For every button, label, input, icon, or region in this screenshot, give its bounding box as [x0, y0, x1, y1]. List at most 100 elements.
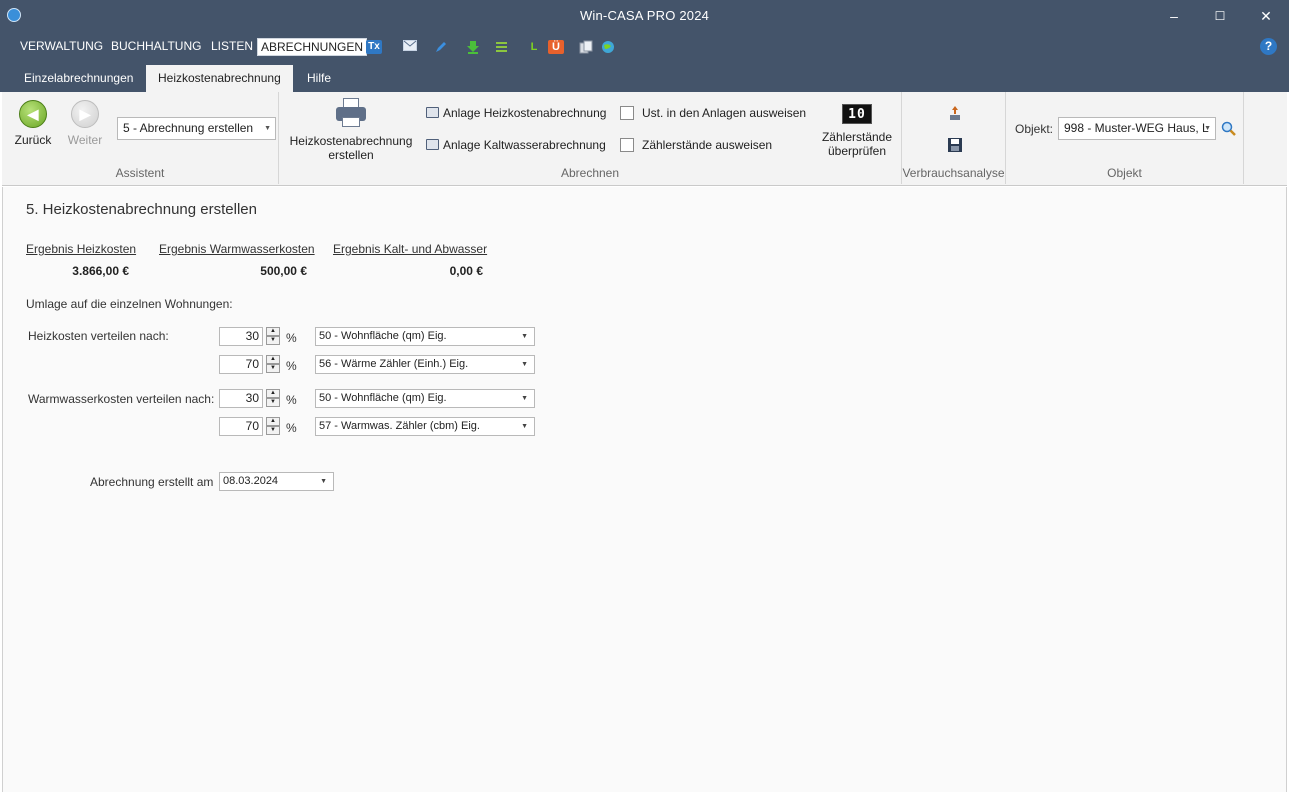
objekt-select-value: 998 - Muster-WEG Haus, L [1064, 121, 1209, 135]
heizkosten-key-1-select[interactable]: 50 - Wohnfläche (qm) Eig. ▼ [315, 327, 535, 346]
verbrauchsanalyse-group: Verbrauchsanalyse [902, 92, 1006, 184]
menu-buchhaltung[interactable]: BUCHHALTUNG [108, 38, 204, 56]
date-value: 08.03.2024 [223, 475, 279, 487]
percent-unit: % [286, 421, 297, 435]
printer-small-icon [426, 107, 439, 118]
next-label: Weiter [67, 133, 103, 147]
check-meter-label-line1: Zählerstände [821, 130, 893, 144]
result-kaltwasser-heading: Ergebnis Kalt- und Abwasser [333, 242, 488, 256]
heizkosten-percent-2-input[interactable]: 70 [219, 355, 263, 374]
date-picker[interactable]: 08.03.2024 ▼ [219, 472, 334, 491]
l-icon[interactable]: L [526, 40, 542, 54]
objekt-select[interactable]: 998 - Muster-WEG Haus, L ▼ [1058, 117, 1216, 140]
globe-icon[interactable] [600, 40, 616, 54]
step-select[interactable]: 5 - Abrechnung erstellen ▼ [117, 117, 276, 140]
chevron-down-icon: ▼ [320, 478, 327, 485]
page-title: 5. Heizkostenabrechnung erstellen [26, 201, 257, 218]
menu-bar: VERWALTUNG BUCHHALTUNG LISTEN ABRECHNUNG… [0, 32, 1289, 62]
arrow-left-icon: ◀ [19, 100, 47, 128]
percent-unit: % [286, 393, 297, 407]
anlage-heizkosten-button[interactable]: Anlage Heizkostenabrechnung [426, 105, 606, 121]
menu-listen[interactable]: LISTEN [208, 38, 256, 56]
ust-checkbox[interactable]: Ust. in den Anlagen ausweisen [620, 105, 806, 121]
heizkosten-key-1-value: 50 - Wohnfläche (qm) Eig. [319, 330, 447, 342]
result-kaltwasser-value: 0,00 € [449, 264, 483, 278]
tab-einzelabrechnungen[interactable]: Einzelabrechnungen [12, 65, 145, 92]
warmwasser-percent-2-stepper[interactable]: ▲ ▼ [266, 417, 280, 436]
checkbox-box[interactable] [620, 138, 634, 152]
objekt-group: Objekt: 998 - Muster-WEG Haus, L ▼ Objek… [1006, 92, 1244, 184]
copy-icon[interactable] [578, 40, 594, 54]
warmwasser-key-2-value: 57 - Warmwas. Zähler (cbm) Eig. [319, 420, 480, 432]
u-icon[interactable]: Ü [548, 40, 564, 54]
title-bar: Win-CASA PRO 2024 – ☐ ✕ [0, 0, 1289, 32]
warmwasser-percent-2-input[interactable]: 70 [219, 417, 263, 436]
anlage-kaltwasser-button[interactable]: Anlage Kaltwasserabrechnung [426, 137, 606, 153]
zaehlerstaende-checkbox[interactable]: Zählerstände ausweisen [620, 137, 772, 153]
tab-hilfe[interactable]: Hilfe [295, 65, 343, 92]
chevron-down-icon: ▼ [264, 125, 271, 132]
checkbox-box[interactable] [620, 106, 634, 120]
zaehlerstaende-checkbox-label: Zählerstände ausweisen [642, 138, 773, 152]
heizkosten-percent-1-stepper[interactable]: ▲ ▼ [266, 327, 280, 346]
chevron-down-icon: ▼ [521, 395, 528, 402]
menu-abrechnungen[interactable]: ABRECHNUNGEN [257, 38, 368, 56]
date-label: Abrechnung erstellt am [90, 475, 214, 489]
assistent-group: ◀ Zurück ▶ Weiter 5 - Abrechnung erstell… [2, 92, 279, 184]
warmwasser-percent-1-input[interactable]: 30 [219, 389, 263, 408]
close-button[interactable]: ✕ [1243, 4, 1289, 28]
main-content: 5. Heizkostenabrechnung erstellen Ergebn… [2, 187, 1287, 792]
ust-checkbox-label: Ust. in den Anlagen ausweisen [642, 106, 807, 120]
heizkosten-percent-2-stepper[interactable]: ▲ ▼ [266, 355, 280, 374]
printer-icon [336, 98, 366, 128]
list-icon[interactable] [494, 40, 510, 54]
heizkosten-key-2-value: 56 - Wärme Zähler (Einh.) Eig. [319, 358, 469, 370]
window-title: Win-CASA PRO 2024 [579, 8, 710, 23]
minimize-button[interactable]: – [1151, 4, 1197, 28]
result-warmwasser-value: 500,00 € [260, 264, 307, 278]
objekt-label: Objekt: [1015, 122, 1054, 136]
warmwasser-key-1-value: 50 - Wohnfläche (qm) Eig. [319, 392, 447, 404]
arrow-right-icon: ▶ [71, 100, 99, 128]
maximize-button[interactable]: ☐ [1197, 4, 1243, 28]
search-icon[interactable] [1221, 121, 1237, 137]
menu-verwaltung[interactable]: VERWALTUNG [17, 38, 106, 56]
umlage-label: Umlage auf die einzelnen Wohnungen: [26, 297, 233, 311]
heizkosten-key-2-select[interactable]: 56 - Wärme Zähler (Einh.) Eig. ▼ [315, 355, 535, 374]
create-label-line2: erstellen [328, 148, 374, 162]
chevron-down-icon: ▼ [521, 333, 528, 340]
ribbon: ◀ Zurück ▶ Weiter 5 - Abrechnung erstell… [2, 92, 1287, 186]
assistent-group-label: Assistent [115, 166, 165, 180]
download-icon[interactable] [465, 40, 481, 54]
analysis-icon[interactable] [947, 105, 963, 121]
percent-unit: % [286, 359, 297, 373]
printer-small-icon [426, 139, 439, 150]
warmwasser-key-2-select[interactable]: 57 - Warmwas. Zähler (cbm) Eig. ▼ [315, 417, 535, 436]
edit-icon[interactable] [433, 40, 449, 54]
warmwasserkosten-label: Warmwasserkosten verteilen nach: [28, 392, 215, 406]
warmwasser-key-1-select[interactable]: 50 - Wohnfläche (qm) Eig. ▼ [315, 389, 535, 408]
heizkosten-percent-1-input[interactable]: 30 [219, 327, 263, 346]
warmwasser-percent-1-stepper[interactable]: ▲ ▼ [266, 389, 280, 408]
ribbon-tabs: Einzelabrechnungen Heizkostenabrechnung … [0, 62, 1289, 92]
create-heizkostenabrechnung-button[interactable]: Heizkostenabrechnung erstellen [287, 98, 415, 162]
mail-icon[interactable] [402, 40, 418, 54]
chevron-down-icon: ▼ [521, 361, 528, 368]
objekt-group-label: Objekt [1107, 166, 1142, 180]
next-button[interactable]: ▶ Weiter [62, 100, 108, 147]
back-button[interactable]: ◀ Zurück [10, 100, 56, 147]
tab-heizkostenabrechnung[interactable]: Heizkostenabrechnung [146, 65, 293, 92]
save-icon[interactable] [947, 137, 963, 153]
anlage-kaltwasser-label: Anlage Kaltwasserabrechnung [443, 138, 606, 152]
result-heizkosten-value: 3.866,00 € [72, 264, 129, 278]
chevron-down-icon: ▼ [1204, 125, 1211, 132]
verbrauchsanalyse-group-label: Verbrauchsanalyse [902, 166, 1005, 180]
create-label-line1: Heizkostenabrechnung [289, 134, 413, 148]
chevron-down-icon: ▼ [521, 423, 528, 430]
percent-unit: % [286, 331, 297, 345]
step-select-value: 5 - Abrechnung erstellen [123, 121, 254, 135]
check-meter-readings-button[interactable]: 10 Zählerstände überprüfen [817, 104, 897, 158]
tx-icon[interactable]: Tx [366, 40, 382, 54]
abrechnen-group: Heizkostenabrechnung erstellen Anlage He… [279, 92, 902, 184]
help-icon[interactable]: ? [1260, 38, 1277, 55]
